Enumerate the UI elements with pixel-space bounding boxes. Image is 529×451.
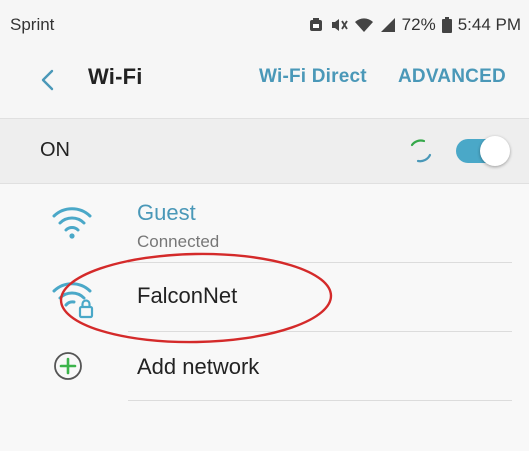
page-title: Wi-Fi xyxy=(88,64,143,89)
network-name: FalconNet xyxy=(137,283,238,308)
back-arrow-icon xyxy=(41,69,54,91)
network-item-falconnet[interactable]: FalconNet xyxy=(0,263,529,331)
list-divider xyxy=(128,400,512,401)
network-status: Connected xyxy=(137,232,220,251)
add-network-label: Add network xyxy=(137,354,260,379)
battery-icon xyxy=(441,17,452,33)
wifi-lock-icon xyxy=(50,277,98,321)
carrier-label: Sprint xyxy=(10,15,55,34)
add-network-button[interactable]: Add network xyxy=(0,332,529,400)
scanning-spinner-icon xyxy=(410,139,432,163)
network-name: Guest xyxy=(137,200,196,225)
wifi-toggle-switch[interactable] xyxy=(456,136,510,166)
wifi-state-label: ON xyxy=(40,139,70,161)
clock: 5:44 PM xyxy=(457,15,521,34)
network-item-guest[interactable]: Guest Connected xyxy=(0,184,529,262)
wifi-toggle-row[interactable]: ON xyxy=(0,118,529,184)
wifi-icon xyxy=(50,202,94,242)
app-bar: Wi-Fi Wi-Fi Direct ADVANCED xyxy=(0,52,529,106)
wifi-status-icon xyxy=(354,17,374,33)
network-list: Guest Connected FalconNet Add network xyxy=(0,184,529,451)
status-icons: 72% 5:44 PM xyxy=(308,15,521,35)
wifi-direct-button[interactable]: Wi-Fi Direct xyxy=(259,66,367,88)
mute-icon xyxy=(330,17,348,33)
notification-icon xyxy=(308,17,324,33)
toggle-knob xyxy=(480,136,510,166)
battery-percent: 72% xyxy=(401,15,436,34)
signal-icon xyxy=(380,17,396,33)
status-bar: Sprint 72% 5:44 PM xyxy=(0,0,529,50)
advanced-button[interactable]: ADVANCED xyxy=(398,66,506,88)
plus-circle-icon xyxy=(52,350,84,382)
back-button[interactable] xyxy=(28,60,68,100)
